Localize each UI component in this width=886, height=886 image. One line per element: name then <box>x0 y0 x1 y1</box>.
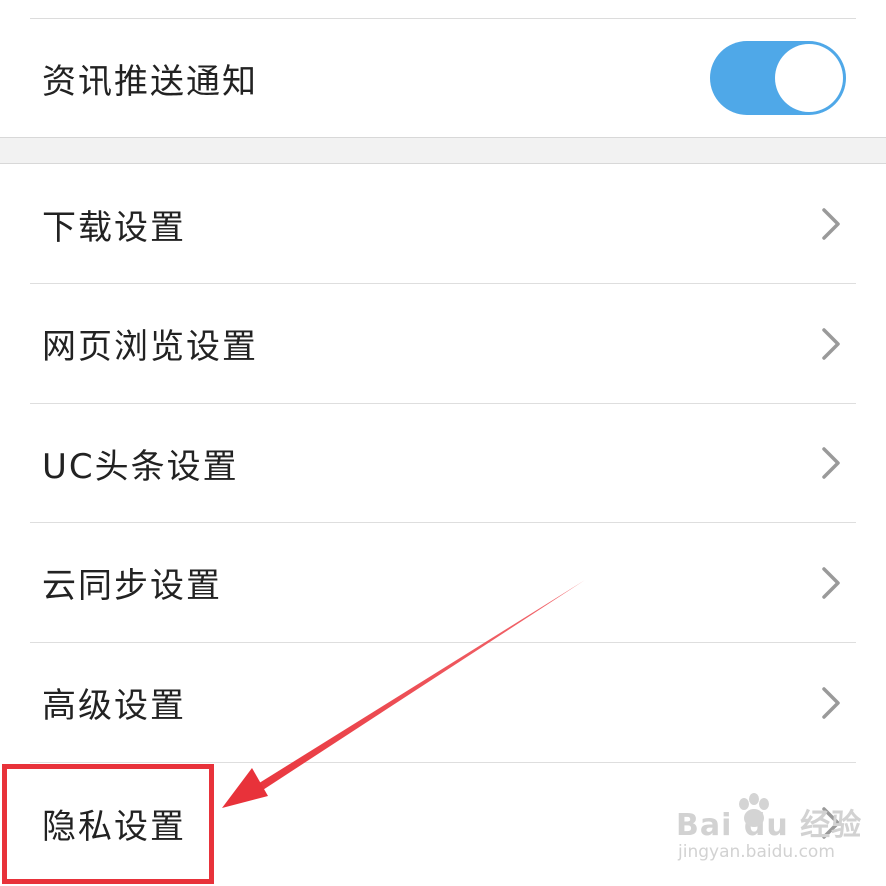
settings-item-cloud-sync[interactable]: 云同步设置 <box>0 523 886 642</box>
chevron-right-icon <box>822 208 840 240</box>
toggle-knob <box>775 44 843 112</box>
settings-item-label: 下载设置 <box>42 207 186 248</box>
chevron-right-icon <box>822 447 840 479</box>
section-separator <box>0 137 886 164</box>
settings-item-web-browsing[interactable]: 网页浏览设置 <box>0 284 886 403</box>
chevron-right-icon <box>822 328 840 360</box>
settings-item-advanced[interactable]: 高级设置 <box>0 643 886 762</box>
news-push-notification-label: 资讯推送通知 <box>42 61 258 102</box>
news-push-notification-toggle[interactable] <box>710 41 846 115</box>
settings-item-label: 云同步设置 <box>42 566 222 606</box>
highlight-box <box>2 764 214 884</box>
settings-item-uc-headlines[interactable]: UC头条设置 <box>0 404 886 522</box>
chevron-right-icon <box>822 807 840 839</box>
settings-item-label: UC头条设置 <box>42 446 239 487</box>
settings-item-label: 网页浏览设置 <box>42 327 258 367</box>
chevron-right-icon <box>822 687 840 719</box>
chevron-right-icon <box>822 567 840 599</box>
settings-item-label: 高级设置 <box>42 686 186 726</box>
news-push-notification-row[interactable]: 资讯推送通知 <box>0 19 886 137</box>
settings-item-download[interactable]: 下载设置 <box>0 165 886 283</box>
settings-page: 资讯推送通知 下载设置 网页浏览设置 UC头条设置 云同步设置 高级设置 隐私设… <box>0 0 886 886</box>
